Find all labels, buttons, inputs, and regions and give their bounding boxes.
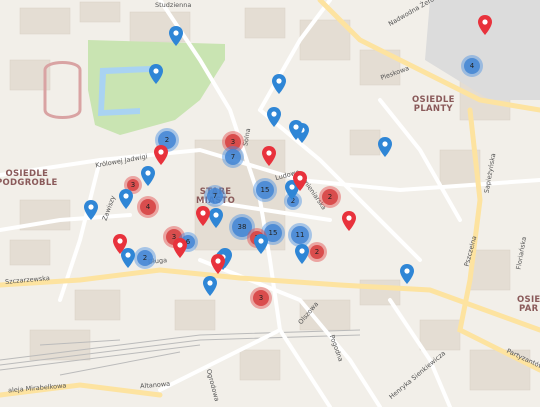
district-osiedle-podgroble: OSIEDLE PODGROBLE <box>0 169 58 188</box>
blue-map-pin-icon[interactable] <box>84 200 98 220</box>
cluster-count: 7 <box>207 188 223 204</box>
cluster-marker-red[interactable]: 4 <box>137 196 159 218</box>
cluster-count: 2 <box>322 189 338 205</box>
blue-map-pin-icon[interactable] <box>169 26 183 46</box>
cluster-count: 4 <box>464 58 480 74</box>
cluster-count: 2 <box>310 245 324 259</box>
blue-map-pin-icon[interactable] <box>149 64 163 84</box>
red-map-pin-icon[interactable] <box>113 234 127 254</box>
district-osiedle-par: OSIE PAR <box>517 295 540 314</box>
red-map-pin-icon[interactable] <box>262 146 276 166</box>
street-label: Studzienna <box>155 1 192 9</box>
cluster-marker-blue[interactable]: 4 <box>461 55 483 77</box>
cluster-count: 3 <box>253 290 269 306</box>
cluster-marker-red[interactable]: 2 <box>307 242 327 262</box>
red-map-pin-icon[interactable] <box>154 145 168 165</box>
red-map-pin-icon[interactable] <box>478 15 492 35</box>
cluster-marker-blue[interactable]: 2 <box>134 247 156 269</box>
blue-map-pin-icon[interactable] <box>141 166 155 186</box>
cluster-count: 7 <box>225 149 241 165</box>
cluster-count: 2 <box>137 250 153 266</box>
blue-map-pin-icon[interactable] <box>209 208 223 228</box>
blue-map-pin-icon[interactable] <box>254 234 268 254</box>
red-map-pin-icon[interactable] <box>173 238 187 258</box>
cluster-marker-red[interactable]: 2 <box>319 186 341 208</box>
blue-map-pin-icon[interactable] <box>203 276 217 296</box>
blue-map-pin-icon[interactable] <box>267 107 281 127</box>
district-osiedle-planty: OSIEDLE PLANTY <box>412 95 455 114</box>
cluster-count: 11 <box>291 226 309 244</box>
cluster-count: 4 <box>140 199 156 215</box>
map-canvas[interactable]: STAREMIASTO OSIEDLEPLANTY OSIEDLEPODGROB… <box>0 0 540 407</box>
blue-map-pin-icon[interactable] <box>400 264 414 284</box>
cluster-count: 15 <box>256 181 274 199</box>
cluster-marker-blue[interactable]: 7 <box>204 185 226 207</box>
blue-map-pin-icon[interactable] <box>295 244 309 264</box>
blue-map-pin-icon[interactable] <box>289 120 303 140</box>
cluster-marker-blue[interactable]: 15 <box>253 178 277 202</box>
cluster-marker-red[interactable]: 3 <box>250 287 272 309</box>
cluster-marker-blue[interactable]: 7 <box>222 146 244 168</box>
park-area <box>88 40 225 135</box>
basemap <box>0 0 540 407</box>
blue-map-pin-icon[interactable] <box>272 74 286 94</box>
red-map-pin-icon[interactable] <box>342 211 356 231</box>
blue-map-pin-icon[interactable] <box>378 137 392 157</box>
red-map-pin-icon[interactable] <box>211 254 225 274</box>
red-map-pin-icon[interactable] <box>293 171 307 191</box>
red-map-pin-icon[interactable] <box>196 206 210 226</box>
blue-map-pin-icon[interactable] <box>119 189 133 209</box>
